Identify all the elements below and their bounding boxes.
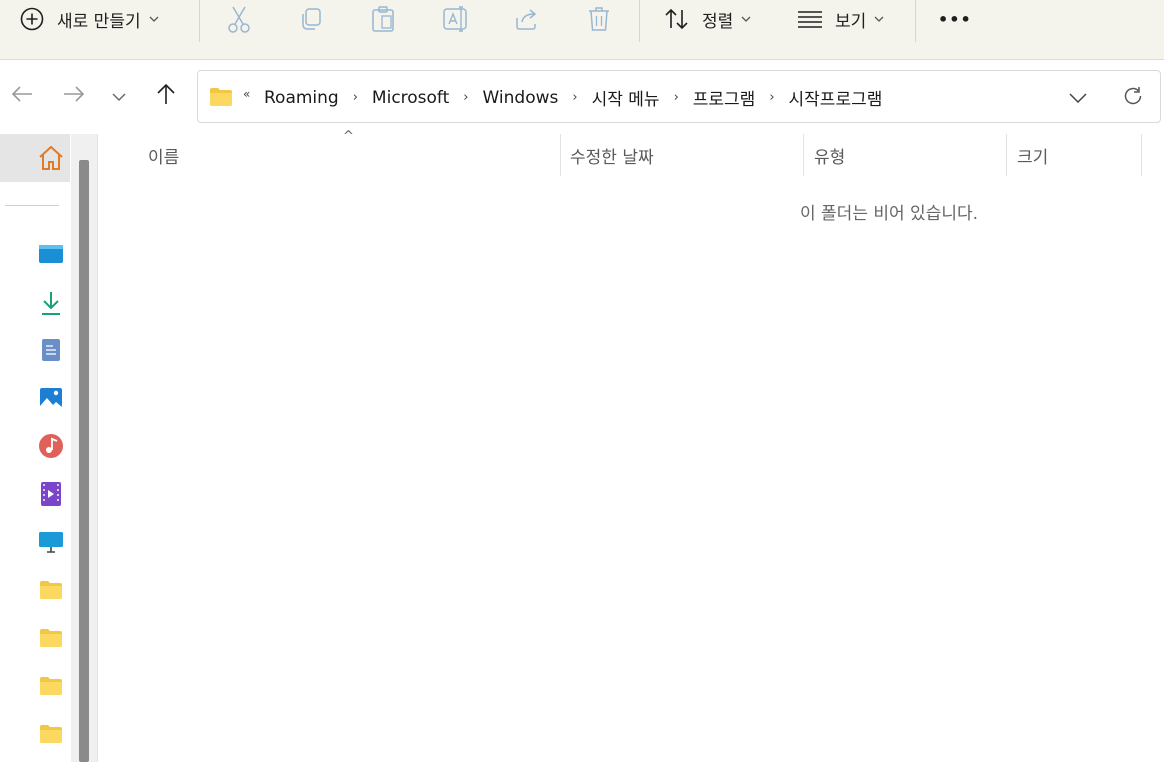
pane-divider[interactable] — [97, 134, 98, 762]
new-button-label: 새로 만들기 — [57, 11, 141, 32]
chevron-down-icon — [112, 87, 126, 106]
arrow-right-icon — [63, 85, 85, 107]
toolbar-separator — [199, 0, 200, 42]
column-separator[interactable] — [560, 134, 561, 176]
view-button-label: 보기 — [835, 11, 867, 32]
chevron-down-icon — [1069, 88, 1087, 107]
share-icon — [514, 6, 540, 32]
column-separator[interactable] — [1141, 134, 1142, 176]
scissors-icon — [226, 5, 252, 33]
trash-icon — [586, 5, 612, 33]
cut-button[interactable] — [226, 0, 252, 38]
forward-button[interactable] — [56, 78, 92, 114]
chevron-down-icon — [874, 13, 884, 26]
column-header-modified[interactable]: 수정한 날짜 — [570, 134, 654, 176]
share-button[interactable] — [514, 0, 540, 38]
breadcrumb-item[interactable]: 시작 메뉴 — [592, 85, 660, 110]
home-icon[interactable] — [37, 144, 65, 172]
breadcrumb: Roaming › Microsoft › Windows › 시작 메뉴 › … — [264, 71, 882, 124]
copy-button[interactable] — [298, 0, 324, 38]
address-bar[interactable]: « Roaming › Microsoft › Windows › 시작 메뉴 … — [197, 70, 1161, 123]
sort-button-label: 정렬 — [702, 11, 734, 32]
chevron-down-icon — [149, 13, 159, 26]
sort-button[interactable]: 정렬 — [664, 0, 751, 38]
breadcrumb-item[interactable]: 프로그램 — [693, 85, 756, 110]
copy-icon — [298, 6, 324, 32]
folder-icon[interactable] — [37, 720, 65, 748]
toolbar-separator — [639, 0, 640, 42]
breadcrumb-item[interactable]: Microsoft — [372, 88, 449, 108]
toolbar-separator — [915, 0, 916, 42]
back-button[interactable] — [4, 78, 40, 114]
arrow-left-icon — [11, 85, 33, 107]
command-bar: 새로 만들기 정렬 보기 ••• — [0, 0, 1164, 60]
sidebar-scrollbar-thumb[interactable] — [79, 160, 89, 762]
plus-circle-icon — [19, 6, 45, 32]
breadcrumb-separator[interactable]: › — [353, 90, 358, 105]
empty-folder-message: 이 폴더는 비어 있습니다. — [800, 204, 979, 224]
breadcrumb-separator[interactable]: › — [463, 90, 468, 105]
view-button[interactable]: 보기 — [797, 0, 884, 38]
refresh-icon — [1122, 85, 1144, 111]
folder-icon[interactable] — [37, 672, 65, 700]
more-options-icon: ••• — [938, 9, 972, 29]
column-header-type[interactable]: 유형 — [814, 134, 845, 176]
folder-icon — [209, 87, 233, 111]
breadcrumb-separator[interactable]: › — [674, 90, 679, 105]
arrow-up-icon — [156, 83, 176, 109]
new-button[interactable]: 새로 만들기 — [19, 0, 159, 38]
desktop-icon[interactable] — [37, 240, 65, 268]
breadcrumb-item[interactable]: Windows — [483, 88, 559, 108]
column-header-name[interactable]: 이름 — [148, 134, 179, 176]
refresh-button[interactable] — [1120, 85, 1146, 111]
rename-icon — [442, 5, 470, 33]
documents-icon[interactable] — [37, 336, 65, 364]
pictures-icon[interactable] — [37, 384, 65, 412]
column-separator[interactable] — [1006, 134, 1007, 176]
chevron-down-icon — [741, 13, 751, 26]
folder-icon[interactable] — [37, 576, 65, 604]
downloads-icon[interactable] — [37, 289, 65, 317]
recent-locations-button[interactable] — [101, 78, 137, 114]
sidebar-divider — [5, 205, 59, 206]
breadcrumb-separator[interactable]: › — [769, 90, 774, 105]
folder-icon[interactable] — [37, 624, 65, 652]
sort-arrows-icon — [664, 7, 690, 31]
column-header-size[interactable]: 크기 — [1017, 134, 1048, 176]
up-button[interactable] — [148, 78, 184, 114]
breadcrumb-item-current[interactable]: 시작프로그램 — [789, 85, 883, 110]
breadcrumb-item[interactable]: Roaming — [264, 88, 339, 108]
navigation-pane — [0, 134, 98, 762]
this-pc-icon[interactable] — [37, 528, 65, 556]
breadcrumb-overflow-button[interactable]: « — [243, 87, 250, 101]
view-lines-icon — [797, 9, 823, 29]
paste-button[interactable] — [370, 0, 396, 38]
clipboard-icon — [370, 5, 396, 33]
more-options-button[interactable]: ••• — [938, 0, 972, 38]
column-separator[interactable] — [803, 134, 804, 176]
address-history-button[interactable] — [1064, 85, 1092, 109]
rename-button[interactable] — [442, 0, 470, 38]
delete-button[interactable] — [586, 0, 612, 38]
breadcrumb-separator[interactable]: › — [572, 90, 577, 105]
sort-indicator-icon: ^ — [343, 129, 354, 144]
music-icon[interactable] — [37, 432, 65, 460]
videos-icon[interactable] — [37, 480, 65, 508]
